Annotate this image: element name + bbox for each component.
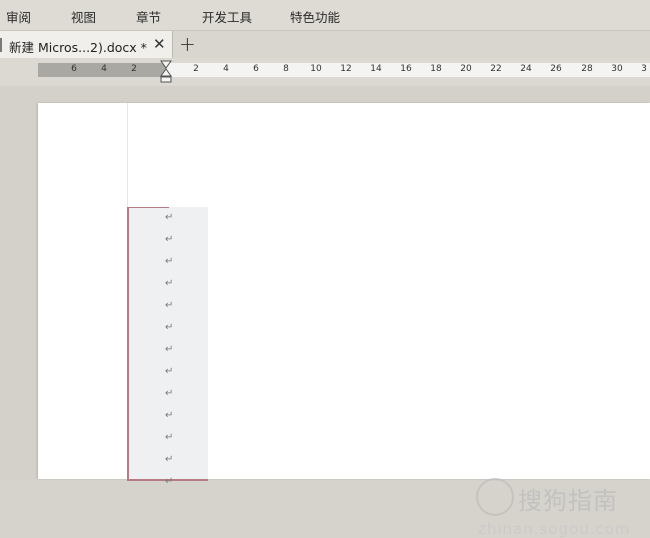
ruler-number: 2 [193,64,199,74]
menu-section[interactable]: 章节 [136,7,161,26]
paragraph-mark: ↵ [165,476,174,487]
menu-special-features[interactable]: 特色功能 [290,7,340,26]
sogou-logo-icon [476,478,514,516]
paragraph-mark: ↵ [165,432,174,443]
horizontal-ruler[interactable]: 6 4 2 2 4 6 8 10 12 14 16 18 20 22 24 26… [0,58,650,86]
paragraph-mark: ↵ [165,256,174,267]
ruler-number: 24 [520,64,532,74]
indent-marker-icon[interactable] [160,59,172,83]
ruler-number: 4 [101,64,107,74]
ruler-number: 30 [611,64,623,74]
page-left-margin [38,103,128,479]
menu-review[interactable]: 审阅 [6,7,31,26]
ruler-number: 16 [400,64,412,74]
paragraph-mark: ↵ [165,366,174,377]
paragraph-mark: ↵ [165,410,174,421]
menu-developer-tools[interactable]: 开发工具 [202,7,252,26]
ruler-number: 8 [283,64,289,74]
ruler-number: 3 [641,64,647,74]
ruler-number: 18 [430,64,442,74]
close-icon[interactable]: ✕ [153,35,166,53]
menu-view[interactable]: 视图 [71,7,96,26]
paragraph-mark: ↵ [165,454,174,465]
ruler-number: 4 [223,64,229,74]
document-tab-title[interactable]: 新建 Micros...2).docx * [9,37,147,56]
paragraph-mark: ↵ [165,300,174,311]
plus-icon[interactable]: + [179,32,196,56]
ruler-number: 22 [490,64,502,74]
paragraph-mark: ↵ [165,322,174,333]
tab-divider [0,38,2,52]
watermark-url: zhinan.sogou.com [478,520,631,538]
paragraph-mark: ↵ [165,212,174,223]
paragraph-mark: ↵ [165,234,174,245]
tab-bar: 新建 Micros...2).docx * ✕ + [0,31,650,58]
ruler-number: 6 [253,64,259,74]
document-workspace[interactable]: ↵ ↵ ↵ ↵ ↵ ↵ ↵ ↵ ↵ ↵ ↵ ↵ ↵ 搜狗指南 zhinan.sogou.com [0,86,650,538]
ruler-number: 10 [310,64,322,74]
table-column[interactable]: ↵ ↵ ↵ ↵ ↵ ↵ ↵ ↵ ↵ ↵ ↵ ↵ ↵ [127,207,208,487]
ruler-number: 12 [340,64,352,74]
ruler-number: 6 [71,64,77,74]
paragraph-mark: ↵ [165,388,174,399]
ruler-number: 26 [550,64,562,74]
ruler-number: 28 [581,64,593,74]
ruler-number: 20 [460,64,472,74]
ruler-number: 2 [131,64,137,74]
menu-bar: 审阅 视图 章节 开发工具 特色功能 [0,0,650,31]
document-tab[interactable]: 新建 Micros...2).docx * ✕ [0,31,173,58]
table-top-border [129,207,169,208]
paragraph-mark: ↵ [165,344,174,355]
document-page[interactable]: ↵ ↵ ↵ ↵ ↵ ↵ ↵ ↵ ↵ ↵ ↵ ↵ ↵ [38,103,650,487]
ruler-number: 14 [370,64,382,74]
paragraph-mark: ↵ [165,278,174,289]
watermark-brand: 搜狗指南 [518,487,618,515]
